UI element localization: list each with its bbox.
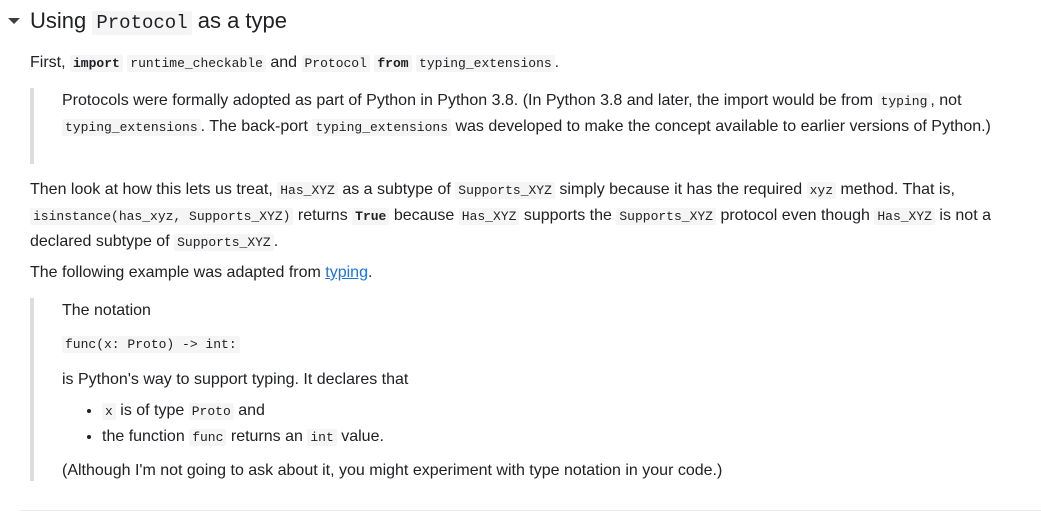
inline-code: isinstance(has_xyz, Supports_XYZ) xyxy=(30,208,294,225)
inline-code: Proto xyxy=(188,403,234,420)
inline-code: typing_extensions xyxy=(62,119,201,136)
blockquote-notation: The notation func(x: Proto) -> int: is P… xyxy=(30,298,1020,481)
blockquote-protocols: Protocols were formally adopted as part … xyxy=(30,88,1020,164)
section-title: Using Protocol as a type xyxy=(30,8,287,35)
inline-code: typing_extensions xyxy=(416,55,555,72)
paragraph-adapted: The following example was adapted from t… xyxy=(30,264,373,281)
divider xyxy=(20,510,1041,511)
inline-code: xyz xyxy=(806,182,837,199)
inline-code: Has_XYZ xyxy=(458,208,520,225)
inline-code: Supports_XYZ xyxy=(455,182,555,199)
inline-code: from xyxy=(374,55,412,72)
typing-link[interactable]: typing xyxy=(325,264,368,281)
inline-code: Has_XYZ xyxy=(277,182,338,199)
inline-code: Supports_XYZ xyxy=(174,234,274,251)
inline-code: Protocol xyxy=(301,55,370,72)
inline-code: typing xyxy=(877,93,931,110)
inline-code: int xyxy=(307,429,337,446)
code-example: func(x: Proto) -> int: xyxy=(62,331,1020,357)
paragraph-subtype: Then look at how this lets us treat, Has… xyxy=(30,181,991,251)
inline-code: func xyxy=(189,429,227,446)
declares-text: is Python's way to support typing. It de… xyxy=(62,371,409,388)
quote-text: Protocols were formally adopted as part … xyxy=(62,92,991,136)
paragraph-import: First, import runtime_checkable and Prot… xyxy=(30,54,560,72)
notation-text: The notation xyxy=(62,302,151,319)
inline-code: True xyxy=(352,208,390,225)
inline-code: Supports_XYZ xyxy=(616,208,716,225)
section-header[interactable]: Using Protocol as a type xyxy=(0,4,287,38)
list-item: the function func returns an int value. xyxy=(102,424,1020,450)
inline-code: import xyxy=(70,55,123,72)
collapse-caret-icon[interactable] xyxy=(8,18,20,24)
title-code: Protocol xyxy=(92,11,192,35)
inline-code: x xyxy=(102,403,116,420)
closing-text: (Although I'm not going to ask about it,… xyxy=(62,462,723,479)
inline-code: typing_extensions xyxy=(312,119,452,136)
bullet-list: x is of type Proto and the function func… xyxy=(62,398,1020,450)
inline-code: runtime_checkable xyxy=(127,55,266,72)
list-item: x is of type Proto and xyxy=(102,398,1020,424)
inline-code: Has_XYZ xyxy=(874,208,935,225)
